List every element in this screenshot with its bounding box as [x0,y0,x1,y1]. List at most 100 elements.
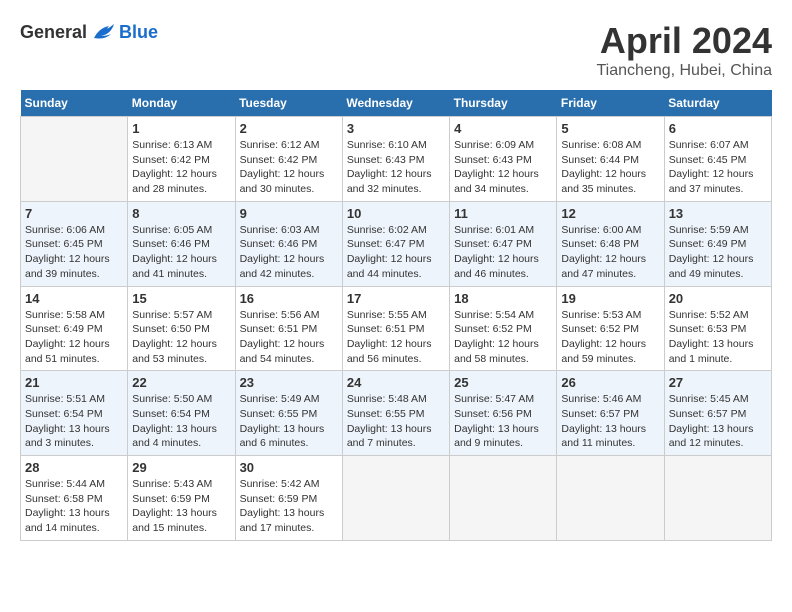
day-info: Sunrise: 5:47 AM Sunset: 6:56 PM Dayligh… [454,392,552,451]
calendar-cell: 23Sunrise: 5:49 AM Sunset: 6:55 PM Dayli… [235,371,342,456]
day-number: 19 [561,291,659,306]
day-number: 13 [669,206,767,221]
calendar-cell: 17Sunrise: 5:55 AM Sunset: 6:51 PM Dayli… [342,286,449,371]
calendar-table: SundayMondayTuesdayWednesdayThursdayFrid… [20,90,772,541]
day-info: Sunrise: 6:13 AM Sunset: 6:42 PM Dayligh… [132,138,230,197]
day-info: Sunrise: 5:44 AM Sunset: 6:58 PM Dayligh… [25,477,123,536]
calendar-cell [21,117,128,202]
calendar-cell [342,456,449,541]
day-number: 3 [347,121,445,136]
weekday-header: Thursday [450,90,557,117]
day-info: Sunrise: 5:59 AM Sunset: 6:49 PM Dayligh… [669,223,767,282]
calendar-cell [557,456,664,541]
calendar-cell: 24 Sunrise: 5:48 AM Sunset: 6:55 PM Dayli… [342,371,449,456]
calendar-cell: 29 Sunrise: 5:43 AM Sunset: 6:59 PM Dayli… [128,456,235,541]
calendar-cell: 15 Sunrise: 5:57 AM Sunset: 6:50 PM Dayli… [128,286,235,371]
logo-bird-icon [89,20,119,44]
calendar-cell: 1 Sunrise: 6:13 AM Sunset: 6:42 PM Daylig… [128,117,235,202]
day-info: Sunrise: 5:43 AM Sunset: 6:59 PM Dayligh… [132,477,230,536]
day-number: 5 [561,121,659,136]
calendar-cell: 22Sunrise: 5:50 AM Sunset: 6:54 PM Dayli… [128,371,235,456]
day-number: 18 [454,291,552,306]
day-number: 7 [25,206,123,221]
week-row: 7 Sunrise: 6:06 AM Sunset: 6:45 PM Daylig… [21,201,772,286]
page-header: General Blue April 2024 Tiancheng, Hubei… [20,20,772,80]
calendar-cell: 2 Sunrise: 6:12 AM Sunset: 6:42 PM Daylig… [235,117,342,202]
day-info: Sunrise: 5:45 AM Sunset: 6:57 PM Dayligh… [669,392,767,451]
calendar-cell: 12 Sunrise: 6:00 AM Sunset: 6:48 PM Dayli… [557,201,664,286]
day-number: 27 [669,375,767,390]
week-row: 28 Sunrise: 5:44 AM Sunset: 6:58 PM Dayli… [21,456,772,541]
calendar-title: April 2024 [596,20,772,62]
day-info: Sunrise: 6:03 AM Sunset: 6:46 PM Dayligh… [240,223,338,282]
weekday-header: Wednesday [342,90,449,117]
day-info: Sunrise: 6:06 AM Sunset: 6:45 PM Dayligh… [25,223,123,282]
day-number: 16 [240,291,338,306]
day-info: Sunrise: 6:00 AM Sunset: 6:48 PM Dayligh… [561,223,659,282]
day-number: 28 [25,460,123,475]
day-number: 10 [347,206,445,221]
calendar-cell: 18Sunrise: 5:54 AM Sunset: 6:52 PM Dayli… [450,286,557,371]
day-info: Sunrise: 6:02 AM Sunset: 6:47 PM Dayligh… [347,223,445,282]
day-info: Sunrise: 5:50 AM Sunset: 6:54 PM Dayligh… [132,392,230,451]
calendar-cell: 11Sunrise: 6:01 AM Sunset: 6:47 PM Dayli… [450,201,557,286]
day-number: 2 [240,121,338,136]
calendar-cell: 21 Sunrise: 5:51 AM Sunset: 6:54 PM Dayli… [21,371,128,456]
day-number: 11 [454,206,552,221]
calendar-cell: 28 Sunrise: 5:44 AM Sunset: 6:58 PM Dayli… [21,456,128,541]
weekday-header-row: SundayMondayTuesdayWednesdayThursdayFrid… [21,90,772,117]
day-number: 9 [240,206,338,221]
calendar-cell [664,456,771,541]
calendar-cell: 30 Sunrise: 5:42 AM Sunset: 6:59 PM Dayli… [235,456,342,541]
calendar-cell: 19Sunrise: 5:53 AM Sunset: 6:52 PM Dayli… [557,286,664,371]
weekday-header: Saturday [664,90,771,117]
day-info: Sunrise: 5:57 AM Sunset: 6:50 PM Dayligh… [132,308,230,367]
calendar-cell: 6Sunrise: 6:07 AM Sunset: 6:45 PM Daylig… [664,117,771,202]
day-number: 21 [25,375,123,390]
day-info: Sunrise: 5:46 AM Sunset: 6:57 PM Dayligh… [561,392,659,451]
calendar-cell: 26 Sunrise: 5:46 AM Sunset: 6:57 PM Dayli… [557,371,664,456]
logo-general-text: General [20,22,87,43]
day-info: Sunrise: 6:10 AM Sunset: 6:43 PM Dayligh… [347,138,445,197]
day-info: Sunrise: 6:12 AM Sunset: 6:42 PM Dayligh… [240,138,338,197]
calendar-cell: 5 Sunrise: 6:08 AM Sunset: 6:44 PM Daylig… [557,117,664,202]
day-number: 24 [347,375,445,390]
calendar-subtitle: Tiancheng, Hubei, China [596,62,772,80]
week-row: 14 Sunrise: 5:58 AM Sunset: 6:49 PM Dayli… [21,286,772,371]
calendar-cell: 27 Sunrise: 5:45 AM Sunset: 6:57 PM Dayli… [664,371,771,456]
weekday-header: Friday [557,90,664,117]
day-info: Sunrise: 5:56 AM Sunset: 6:51 PM Dayligh… [240,308,338,367]
calendar-cell: 16 Sunrise: 5:56 AM Sunset: 6:51 PM Dayli… [235,286,342,371]
calendar-cell: 7 Sunrise: 6:06 AM Sunset: 6:45 PM Daylig… [21,201,128,286]
day-info: Sunrise: 6:08 AM Sunset: 6:44 PM Dayligh… [561,138,659,197]
day-number: 15 [132,291,230,306]
day-info: Sunrise: 5:58 AM Sunset: 6:49 PM Dayligh… [25,308,123,367]
day-number: 14 [25,291,123,306]
day-number: 6 [669,121,767,136]
day-info: Sunrise: 5:42 AM Sunset: 6:59 PM Dayligh… [240,477,338,536]
day-number: 12 [561,206,659,221]
calendar-cell [450,456,557,541]
day-number: 30 [240,460,338,475]
weekday-header: Tuesday [235,90,342,117]
day-info: Sunrise: 5:51 AM Sunset: 6:54 PM Dayligh… [25,392,123,451]
day-number: 26 [561,375,659,390]
day-info: Sunrise: 5:48 AM Sunset: 6:55 PM Dayligh… [347,392,445,451]
day-number: 29 [132,460,230,475]
calendar-cell: 13 Sunrise: 5:59 AM Sunset: 6:49 PM Dayli… [664,201,771,286]
calendar-cell: 20 Sunrise: 5:52 AM Sunset: 6:53 PM Dayli… [664,286,771,371]
day-number: 1 [132,121,230,136]
day-info: Sunrise: 6:09 AM Sunset: 6:43 PM Dayligh… [454,138,552,197]
day-number: 8 [132,206,230,221]
weekday-header: Monday [128,90,235,117]
week-row: 21 Sunrise: 5:51 AM Sunset: 6:54 PM Dayli… [21,371,772,456]
day-number: 20 [669,291,767,306]
calendar-cell: 3 Sunrise: 6:10 AM Sunset: 6:43 PM Daylig… [342,117,449,202]
weekday-header: Sunday [21,90,128,117]
logo: General Blue [20,20,158,44]
logo-blue-text: Blue [119,22,158,43]
calendar-cell: 10 Sunrise: 6:02 AM Sunset: 6:47 PM Dayli… [342,201,449,286]
day-info: Sunrise: 5:52 AM Sunset: 6:53 PM Dayligh… [669,308,767,367]
calendar-cell: 9 Sunrise: 6:03 AM Sunset: 6:46 PM Daylig… [235,201,342,286]
day-info: Sunrise: 6:05 AM Sunset: 6:46 PM Dayligh… [132,223,230,282]
